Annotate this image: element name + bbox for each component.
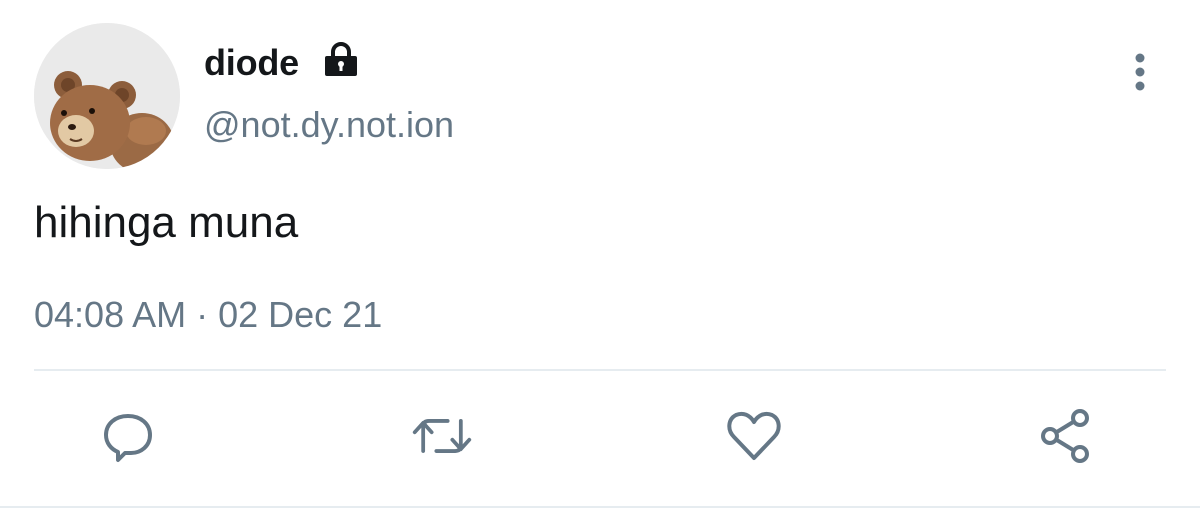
share-icon [1041,409,1089,463]
more-options-button[interactable] [1120,50,1160,94]
retweet-button[interactable] [410,404,474,468]
tweet-timestamp[interactable]: 04:08 AM · 02 Dec 21 [34,294,382,336]
teddy-bear-avatar-icon [34,23,180,169]
retweet-icon [412,419,472,453]
share-button[interactable] [1034,404,1098,468]
display-name[interactable]: diode [204,42,299,84]
tweet-text: hihinga muna [34,198,299,247]
divider [34,369,1166,371]
timestamp-separator: · [196,294,209,335]
user-handle[interactable]: @not.dy.not.ion [204,104,454,146]
tweet-card: diode @not.dy.not.ion hihinga muna 04:08… [0,0,1200,524]
like-button[interactable] [722,404,786,468]
reply-icon [104,414,152,462]
tweet-time: 04:08 AM [34,294,187,335]
reply-button[interactable] [96,404,160,468]
tweet-date: 02 Dec 21 [218,294,383,335]
more-vertical-icon [1135,53,1145,91]
bottom-divider [0,506,1200,508]
avatar[interactable] [34,23,180,169]
heart-icon [727,411,781,460]
lock-icon [321,40,361,80]
